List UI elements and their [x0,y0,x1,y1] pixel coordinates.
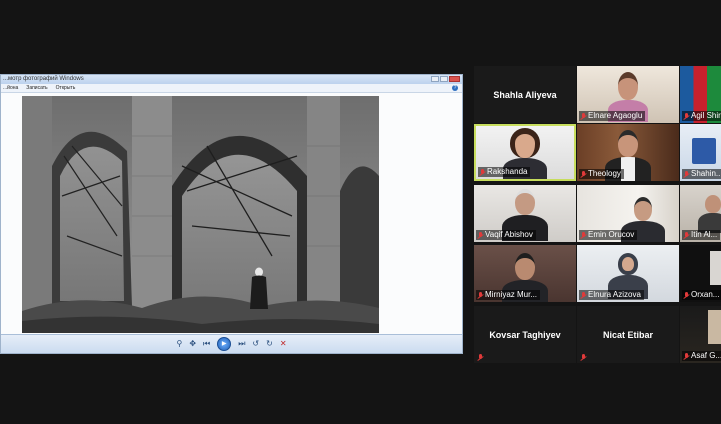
zoom-icon[interactable]: ⚲ [176,339,182,349]
person-silhouette [697,195,721,233]
participant-name: Itin Al... [691,230,718,239]
participant-label: Rakshanda [478,167,531,177]
menu-item-open[interactable]: Открыть [56,84,76,92]
menu-item-burn[interactable]: Записать [26,84,47,92]
participant-tile[interactable]: Emin Orucov [577,185,679,242]
participant-label: Agil Shirin... [682,111,721,121]
participant-label: Elnura Azizova [579,290,644,300]
help-icon[interactable]: ? [452,85,458,91]
viewer-toolbar: ⚲ ✥ ⏮ ▶ ⏭ ↺ ↻ ✕ [1,334,462,353]
viewer-menubar: ...йона Записать Открыть ? [1,84,462,93]
participant-tile[interactable]: Asaf G... [680,306,721,363]
previous-icon[interactable]: ⏮ [203,339,210,349]
mic-muted-icon [478,354,483,361]
participant-name: Shahin... [691,169,721,178]
participant-label: Mirniyaz Mur... [476,290,541,300]
next-icon[interactable]: ⏭ [238,339,245,349]
participant-name: Elnare Agaoglu [588,111,643,120]
shared-screen-photo-viewer: ...мотр фотографий Windows ...йона Запис… [0,74,463,354]
delete-icon[interactable]: ✕ [280,339,287,349]
participant-label: Orxan... [682,290,721,300]
participant-tile[interactable]: Shahin... [680,124,721,181]
mic-muted-icon [478,291,483,299]
mic-muted-icon [581,291,586,299]
mic-muted-icon [684,231,689,239]
viewer-title: ...мотр фотографий Windows [3,76,84,82]
photo-canvas [1,93,462,335]
participant-name: Agil Shirin... [691,111,721,120]
participant-name: Emin Orucov [588,230,635,239]
actual-size-icon[interactable]: ✥ [189,339,196,349]
participant-label [579,354,589,361]
participant-tile[interactable]: Agil Shirin... [680,66,721,123]
participant-name: Shahla Aliyeva [493,89,557,100]
participant-name: Vaqif Abishov [485,230,533,239]
participant-name: Rakshanda [487,167,528,176]
mic-muted-icon [684,170,689,178]
participant-tile[interactable]: Elnura Azizova [577,245,679,302]
mic-muted-icon [581,231,586,239]
mic-muted-icon [684,112,689,120]
menu-item-file[interactable]: ...йона [3,84,18,92]
participant-tile[interactable]: Mirniyaz Mur... [474,245,576,302]
door-frame [710,251,721,285]
mic-muted-icon [478,231,483,239]
participant-tile-active-speaker[interactable]: Rakshanda [474,124,576,181]
participant-tile[interactable]: Theology [577,124,679,181]
participant-tile[interactable]: Nicat Etibar [577,306,679,363]
person-partial [708,310,721,344]
photo-ruined-mosque-interior [22,96,379,333]
mic-muted-icon [684,291,689,299]
participant-name: Asaf G... [691,351,721,360]
participant-name: Elnura Azizova [588,290,641,299]
participant-tile[interactable]: Elnare Agaoglu [577,66,679,123]
close-icon[interactable] [449,76,460,82]
participant-tile[interactable]: Orxan... [680,245,721,302]
participant-label [476,354,486,361]
mic-muted-icon [581,354,586,361]
participant-label: Elnare Agaoglu [579,111,646,121]
participant-tile[interactable]: Shahla Aliyeva [474,66,576,123]
mic-muted-icon [581,170,586,178]
participant-name: Kovsar Taghiyev [489,329,561,340]
participant-label: Itin Al... [682,230,721,240]
participant-name: Nicat Etibar [602,329,653,340]
mic-muted-icon [480,168,485,176]
participant-label: Shahin... [682,169,721,179]
participant-tile[interactable]: Itin Al... [680,185,721,242]
window-controls [431,76,460,82]
participant-name: Orxan... [691,290,720,299]
participant-name: Theology [588,169,621,178]
participant-label: Asaf G... [682,351,721,361]
participant-name: Mirniyaz Mur... [485,290,538,299]
maximize-icon[interactable] [440,76,448,82]
minimize-icon[interactable] [431,76,439,82]
viewer-titlebar: ...мотр фотографий Windows [1,75,462,84]
participant-tile[interactable]: Kovsar Taghiyev [474,306,576,363]
mic-muted-icon [684,352,689,360]
rotate-right-icon[interactable]: ↻ [266,339,273,349]
emblem-banner [692,138,716,164]
participant-label: Vaqif Abishov [476,230,536,240]
participant-label: Emin Orucov [579,230,638,240]
mic-muted-icon [581,112,586,120]
participant-tile[interactable]: Vaqif Abishov [474,185,576,242]
slideshow-play-icon[interactable]: ▶ [217,337,232,351]
rotate-left-icon[interactable]: ↺ [252,339,259,349]
participant-label: Theology [579,169,624,179]
